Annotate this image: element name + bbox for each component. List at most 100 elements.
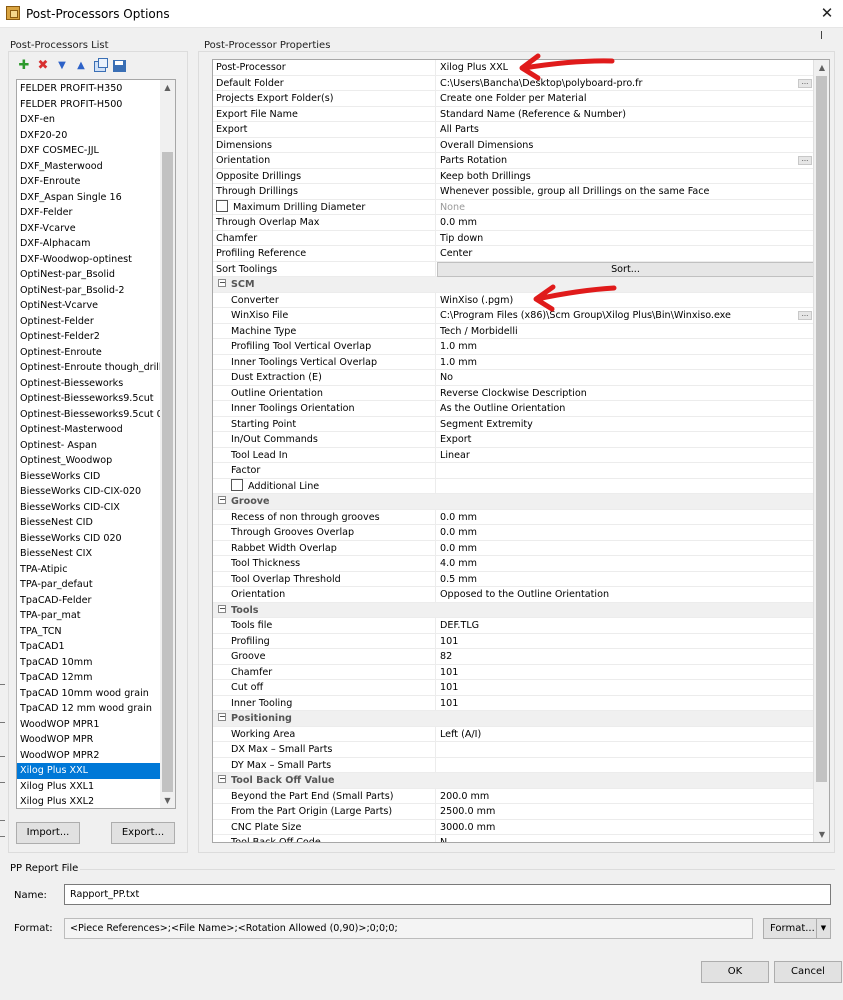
property-row[interactable]: Projects Export Folder(s) Create one Fold… (213, 91, 814, 107)
property-row[interactable]: CNC Plate Size 3000.0 mm (213, 819, 814, 835)
property-row[interactable]: Dimensions Overall Dimensions (213, 137, 814, 153)
property-value[interactable]: Parts Rotation (437, 153, 814, 168)
property-value[interactable]: Export (437, 432, 814, 447)
property-row[interactable]: DX Max – Small Parts (213, 742, 814, 758)
list-item[interactable]: TpaCAD 12mm (17, 670, 160, 686)
property-row[interactable]: Orientation Parts Rotation... (213, 153, 814, 169)
property-row[interactable]: Through Grooves Overlap 0.0 mm (213, 525, 814, 541)
list-item[interactable]: WoodWOP MPR (17, 732, 160, 748)
list-item[interactable]: Optinest-Felder (17, 314, 160, 330)
list-item[interactable]: TpaCAD 10mm (17, 655, 160, 671)
list-item[interactable]: TPA-par_defaut (17, 577, 160, 593)
list-item[interactable]: BiesseWorks CID-CIX (17, 500, 160, 516)
collapse-icon[interactable]: − (218, 775, 226, 783)
list-item[interactable]: Optinest-Masterwood (17, 422, 160, 438)
list-item[interactable]: BiesseWorks CID (17, 469, 160, 485)
browse-icon[interactable]: ... (798, 78, 812, 88)
property-value[interactable]: 0.0 mm (437, 510, 814, 525)
property-value[interactable]: Center (437, 246, 814, 261)
property-row[interactable]: Converter WinXiso (.pgm) (213, 292, 814, 308)
close-button[interactable]: ✕ (815, 2, 839, 24)
property-value[interactable]: Keep both Drillings (437, 169, 814, 184)
list-item[interactable]: DXF-Vcarve (17, 221, 160, 237)
property-value[interactable]: 82 (437, 649, 814, 664)
list-item[interactable]: TPA_TCN (17, 624, 160, 640)
property-value[interactable]: Reverse Clockwise Description (437, 386, 814, 401)
move-down-icon[interactable]: ▼ (54, 58, 70, 74)
list-item[interactable]: FELDER PROFIT-H500 (17, 97, 160, 113)
list-item[interactable]: WoodWOP MPR2 (17, 748, 160, 764)
property-row[interactable]: Inner Toolings Orientation As the Outline… (213, 401, 814, 417)
property-row[interactable]: Opposite Drillings Keep both Drillings (213, 168, 814, 184)
list-item[interactable]: DXF-Woodwop-optinest (17, 252, 160, 268)
post-processors-list[interactable]: FELDER PROFIT-H350 FELDER PROFIT-H500 DXF-… (16, 79, 176, 809)
property-row[interactable]: Machine Type Tech / Morbidelli (213, 323, 814, 339)
property-value[interactable]: C:\Users\Bancha\Desktop\polyboard-pro.fr (437, 76, 814, 91)
property-row[interactable]: Starting Point Segment Extremity (213, 416, 814, 432)
property-value[interactable]: Linear (437, 448, 814, 463)
property-row[interactable]: Outline Orientation Reverse Clockwise Des… (213, 385, 814, 401)
property-row[interactable]: Export File Name Standard Name (Reference… (213, 106, 814, 122)
list-item[interactable]: Xilog Plus XXL (17, 763, 160, 779)
property-value[interactable]: Left (A/I) (437, 727, 814, 742)
property-value[interactable]: Whenever possible, group all Drillings o… (437, 184, 814, 199)
report-name-input[interactable]: Rapport_PP.txt (64, 884, 831, 905)
property-row[interactable]: Maximum Drilling Diameter None (213, 199, 814, 215)
property-row[interactable]: Tools file DEF.TLG (213, 618, 814, 634)
list-item[interactable]: BiesseWorks CID 020 (17, 531, 160, 547)
list-item[interactable]: Optinest-Enroute (17, 345, 160, 361)
list-scrollbar[interactable]: ▲ ▼ (160, 80, 175, 808)
list-item[interactable]: DXF-Alphacam (17, 236, 160, 252)
list-item[interactable]: Optinest_Woodwop (17, 453, 160, 469)
property-value[interactable]: 2500.0 mm (437, 804, 814, 819)
property-row[interactable]: Dust Extraction (E) No (213, 370, 814, 386)
property-row[interactable]: Rabbet Width Overlap 0.0 mm (213, 540, 814, 556)
list-item[interactable]: FELDER PROFIT-H350 (17, 81, 160, 97)
list-item[interactable]: Xilog Plus XXL1 (17, 779, 160, 795)
category-row[interactable]: − Positioning (213, 711, 814, 727)
list-item[interactable]: TpaCAD1 (17, 639, 160, 655)
property-row[interactable]: Through Drillings Whenever possible, grou… (213, 184, 814, 200)
scroll-thumb[interactable] (162, 152, 173, 792)
scroll-down-icon[interactable]: ▼ (814, 827, 829, 842)
property-value[interactable]: 0.0 mm (437, 215, 814, 230)
property-row[interactable]: Additional Line (213, 478, 814, 494)
property-value[interactable]: All Parts (437, 122, 814, 137)
property-value[interactable]: Tech / Morbidelli (437, 324, 814, 339)
list-item[interactable]: Optinest-Biesseworks9.5cut 02 (17, 407, 160, 423)
list-item[interactable]: TpaCAD-Felder (17, 593, 160, 609)
ok-button[interactable]: OK (701, 961, 769, 983)
list-item[interactable]: TPA-Atipic (17, 562, 160, 578)
scroll-thumb[interactable] (816, 76, 827, 782)
property-row[interactable]: Through Overlap Max 0.0 mm (213, 215, 814, 231)
list-item[interactable]: DXF COSMEC-JJL (17, 143, 160, 159)
category-row[interactable]: − SCM (213, 277, 814, 293)
property-value[interactable]: 101 (437, 634, 814, 649)
grid-scrollbar[interactable]: ▲ ▼ (813, 60, 829, 842)
property-row[interactable]: Profiling Tool Vertical Overlap 1.0 mm (213, 339, 814, 355)
scroll-up-icon[interactable]: ▲ (814, 60, 829, 75)
list-item[interactable]: OptiNest-par_Bsolid (17, 267, 160, 283)
list-item[interactable]: OptiNest-par_Bsolid-2 (17, 283, 160, 299)
list-item[interactable]: TpaCAD 12 mm wood grain (17, 701, 160, 717)
list-item[interactable]: Optinest-Enroute though_drill (17, 360, 160, 376)
list-item[interactable]: Optinest-Felder2 (17, 329, 160, 345)
collapse-icon[interactable]: − (218, 604, 226, 613)
property-value[interactable]: 4.0 mm (437, 556, 814, 571)
property-row[interactable]: Chamfer 101 (213, 664, 814, 680)
save-icon[interactable] (111, 58, 127, 74)
property-value[interactable]: Tip down (437, 231, 814, 246)
property-value[interactable]: 0.0 mm (437, 541, 814, 556)
chevron-down-icon[interactable]: ▼ (816, 919, 830, 938)
property-value[interactable]: Opposed to the Outline Orientation (437, 587, 814, 602)
property-row[interactable]: Profiling 101 (213, 633, 814, 649)
property-value[interactable]: 1.0 mm (437, 355, 814, 370)
export-button[interactable]: Export... (111, 822, 175, 844)
property-row[interactable]: Export All Parts (213, 122, 814, 138)
property-value[interactable]: None (437, 200, 814, 215)
property-value[interactable]: C:\Program Files (x86)\Scm Group\Xilog P… (437, 308, 814, 323)
list-item[interactable]: Optinest- Aspan (17, 438, 160, 454)
category-row[interactable]: − Groove (213, 494, 814, 510)
browse-icon[interactable]: ... (798, 156, 812, 165)
property-row[interactable]: Beyond the Part End (Small Parts) 200.0 m… (213, 788, 814, 804)
